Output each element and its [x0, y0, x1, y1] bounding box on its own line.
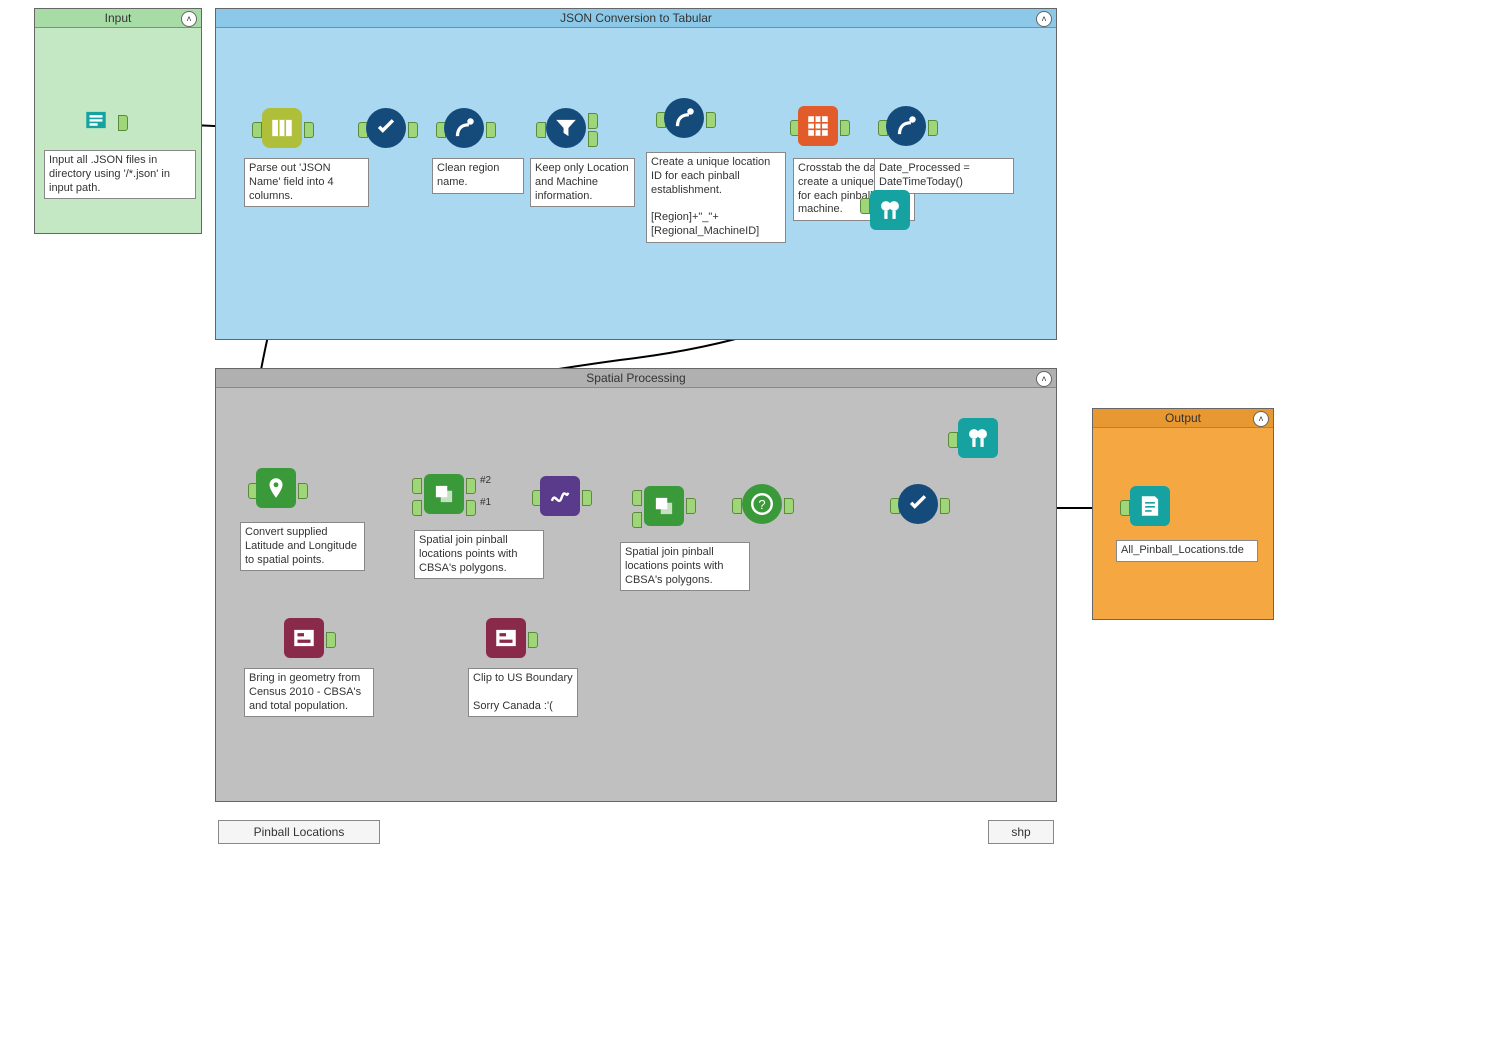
port-out[interactable] [408, 122, 418, 138]
container-title-label: Output [1165, 411, 1201, 425]
port-out[interactable] [928, 120, 938, 136]
annotation-sj2: Spatial join pinball locations points wi… [620, 542, 750, 591]
port-in[interactable] [948, 432, 958, 448]
port-in[interactable] [412, 500, 422, 516]
port-out[interactable] [840, 120, 850, 136]
browse-tool[interactable] [958, 418, 998, 458]
spatial-input-tool[interactable] [486, 618, 526, 658]
svg-text:?: ? [758, 497, 765, 512]
create-points-tool[interactable] [256, 468, 296, 508]
formula-icon [671, 105, 697, 131]
annotation-uniqueid: Create a unique location ID for each pin… [646, 152, 786, 243]
spatial-info-tool[interactable]: ? [742, 484, 782, 524]
port-out[interactable] [940, 498, 950, 514]
select-tool[interactable] [898, 484, 938, 524]
select-icon [373, 115, 399, 141]
tab-pinball[interactable]: Pinball Locations [218, 820, 380, 844]
port-out[interactable] [304, 122, 314, 138]
annotation-census: Bring in geometry from Census 2010 - CBS… [244, 668, 374, 717]
browse-tool[interactable] [870, 190, 910, 230]
port-out[interactable] [466, 500, 476, 516]
browse-icon [877, 197, 903, 223]
port-out[interactable] [582, 490, 592, 506]
port-out[interactable] [686, 498, 696, 514]
spatial-match-icon [651, 493, 677, 519]
input-data-icon [83, 107, 109, 133]
generalize-tool[interactable] [540, 476, 580, 516]
spatial-match-icon [431, 481, 457, 507]
port-out[interactable] [706, 112, 716, 128]
tab-shp[interactable]: shp [988, 820, 1054, 844]
collapse-icon[interactable]: ˄ [1036, 371, 1052, 387]
container-title-spatial: Spatial Processing ˄ [216, 369, 1056, 388]
port-out[interactable] [298, 483, 308, 499]
crosstab-icon [805, 113, 831, 139]
port-out[interactable] [466, 478, 476, 494]
collapse-icon[interactable]: ˄ [1253, 411, 1269, 427]
create-points-icon [263, 475, 289, 501]
annotation-sj1: Spatial join pinball locations points wi… [414, 530, 544, 579]
text-to-columns-icon [269, 115, 295, 141]
annotation-date: Date_Processed = DateTimeToday() [874, 158, 1014, 194]
annotation-output: All_Pinball_Locations.tde [1116, 540, 1258, 562]
select-icon [905, 491, 931, 517]
input-data-tool[interactable] [76, 100, 116, 140]
generalize-icon [547, 483, 573, 509]
spatial-match-tool[interactable] [644, 486, 684, 526]
container-title-label: Spatial Processing [586, 371, 685, 385]
port-in[interactable] [632, 512, 642, 528]
port-out[interactable] [784, 498, 794, 514]
port-out[interactable] [326, 632, 336, 648]
match-label: #2 [480, 475, 491, 486]
formula-icon [893, 113, 919, 139]
container-title-label: Input [105, 11, 132, 25]
port-in[interactable] [860, 198, 870, 214]
container-title-input: Input ˄ [35, 9, 201, 28]
filter-tool[interactable] [546, 108, 586, 148]
formula-tool[interactable] [664, 98, 704, 138]
text-to-columns-tool[interactable] [262, 108, 302, 148]
port-out-false[interactable] [588, 131, 598, 147]
collapse-icon[interactable]: ˄ [181, 11, 197, 27]
port-out[interactable] [528, 632, 538, 648]
port-in[interactable] [1120, 500, 1130, 516]
container-title-output: Output ˄ [1093, 409, 1273, 428]
formula-tool[interactable] [444, 108, 484, 148]
spatial-input-icon [493, 625, 519, 651]
port-in[interactable] [412, 478, 422, 494]
formula-icon [451, 115, 477, 141]
annotation-clean: Clean region name. [432, 158, 524, 194]
spatial-match-tool[interactable] [424, 474, 464, 514]
annotation-convert: Convert supplied Latitude and Longitude … [240, 522, 365, 571]
collapse-icon[interactable]: ˄ [1036, 11, 1052, 27]
port-out[interactable] [486, 122, 496, 138]
port-in[interactable] [252, 122, 262, 138]
port-in[interactable] [632, 490, 642, 506]
spatial-input-icon [291, 625, 317, 651]
annotation-input: Input all .JSON files in directory using… [44, 150, 196, 199]
annotation-parse: Parse out 'JSON Name' field into 4 colum… [244, 158, 369, 207]
browse-icon [965, 425, 991, 451]
annotation-clip: Clip to US Boundary Sorry Canada :'( [468, 668, 578, 717]
workflow-canvas[interactable]: Input ˄ Input all .JSON files in directo… [0, 0, 1505, 1039]
output-data-icon [1137, 493, 1163, 519]
filter-icon [553, 115, 579, 141]
port-in[interactable] [536, 122, 546, 138]
port-in[interactable] [732, 498, 742, 514]
spatial-input-tool[interactable] [284, 618, 324, 658]
formula-tool[interactable] [886, 106, 926, 146]
spatial-info-icon: ? [749, 491, 775, 517]
port-out[interactable] [118, 115, 128, 131]
select-tool[interactable] [366, 108, 406, 148]
container-title-label: JSON Conversion to Tabular [560, 11, 712, 25]
crosstab-tool[interactable] [798, 106, 838, 146]
port-out-true[interactable] [588, 113, 598, 129]
match-label: #1 [480, 497, 491, 508]
output-data-tool[interactable] [1130, 486, 1170, 526]
container-title-json: JSON Conversion to Tabular ˄ [216, 9, 1056, 28]
annotation-keep: Keep only Location and Machine informati… [530, 158, 635, 207]
